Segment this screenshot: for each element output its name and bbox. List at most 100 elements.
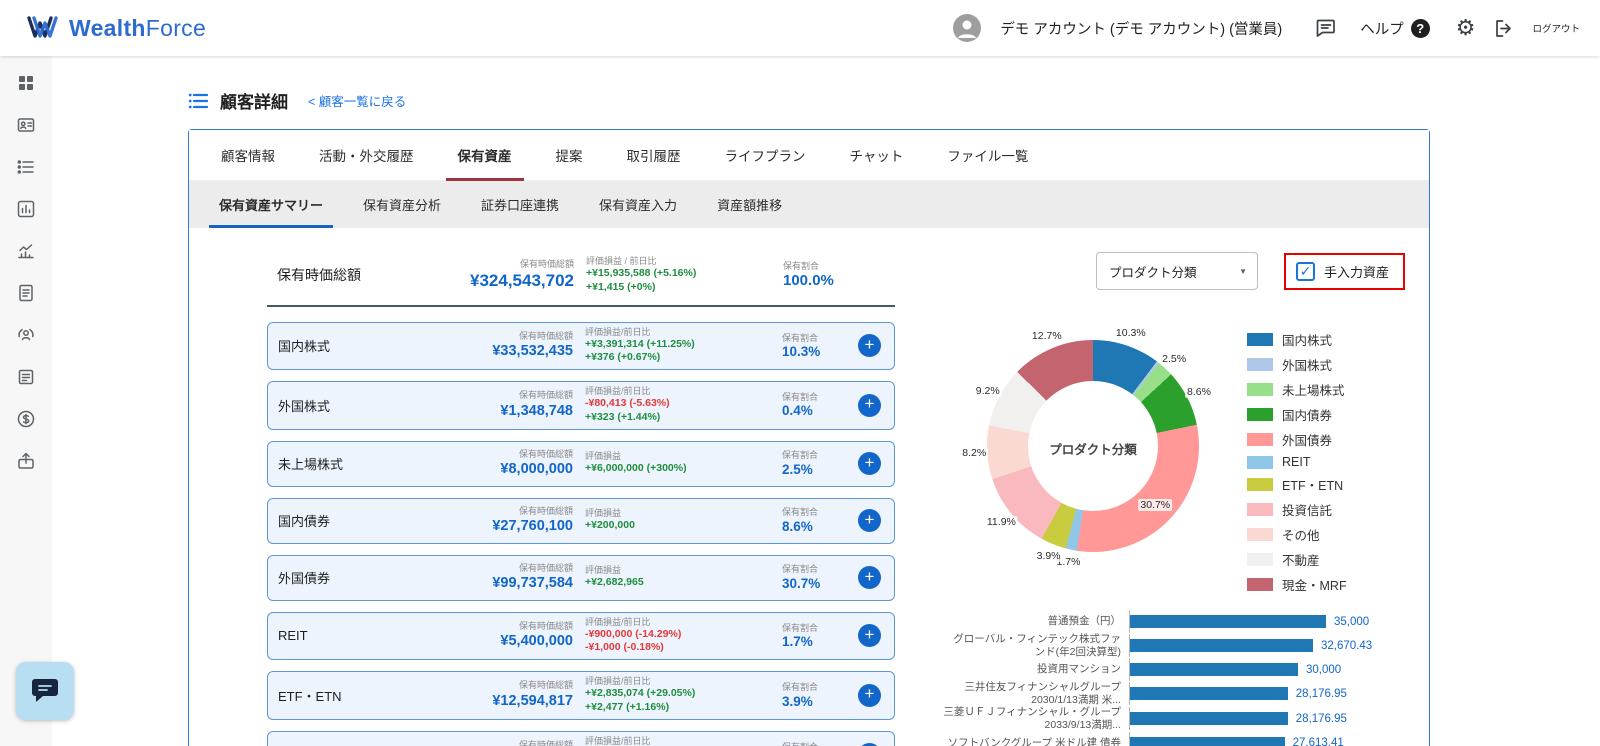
legend-item-外国株式[interactable]: 外国株式 [1247,355,1347,374]
legend-swatch [1247,408,1273,421]
ratio-label: 保有割合 [782,507,819,518]
bar-track: 27,613.41 [1129,731,1405,746]
bar-label: 投資用マンション [1037,663,1121,676]
sidebar-item-export[interactable] [9,446,43,480]
sub-tabs: 保有資産サマリー 保有資産分析 証券口座連携 保有資産入力 資産額推移 [189,181,1429,228]
charts-panel: プロダクト分類 ▼ ✓ 手入力資産 プロダクト分類 10.3% 2.5% 8.6% 3… [895,252,1405,746]
ratio-label: 保有割合 [782,622,819,633]
brand-logo[interactable]: WealthForce [26,15,206,42]
logout-icon[interactable] [1493,18,1514,39]
total-ratio: 100.0% [783,272,834,290]
sidebar-item-analytics[interactable] [9,236,43,270]
expand-asset-button[interactable]: + [858,334,881,358]
chat-fab-button[interactable] [16,662,74,720]
expand-asset-button[interactable]: + [858,509,881,533]
back-to-customer-list-link[interactable]: < 顧客一覧に戻る [308,91,406,110]
legend-swatch [1247,578,1273,591]
category-select[interactable]: プロダクト分類 ▼ [1095,252,1258,290]
help-button[interactable]: ヘルプ ? [1360,18,1430,39]
legend-label: 外国債券 [1282,434,1333,448]
subtab-保有資産入力[interactable]: 保有資産入力 [579,181,697,228]
page-title: 顧客詳細 [220,93,288,112]
asset-row: 投資信託 保有時価総額 ¥38,547,249 評価損益/前日比 +¥1,625… [267,730,895,746]
total-daily-change: +¥1,415 (+0%) [586,280,656,293]
market-value-label: 保有時価総額 [518,390,573,401]
tab-保有資産[interactable]: 保有資産 [436,130,534,181]
asset-daily-change: +¥376 (+0.67%) [585,351,661,364]
bar-label: 三井住友フィナンシャルグループ 2030/1/13満期 米... [964,681,1121,706]
sidebar-item-list[interactable] [9,152,43,186]
subtab-保有資産分析[interactable]: 保有資産分析 [343,181,461,228]
asset-pl: +¥3,391,314 (+11.25%) [585,337,695,350]
sidebar-item-form[interactable] [9,278,43,312]
legend-swatch [1247,553,1273,566]
legend-item-外国債券[interactable]: 外国債券 [1247,430,1347,449]
subtab-証券口座連携[interactable]: 証券口座連携 [461,181,579,228]
sidebar-item-dashboard[interactable] [9,68,43,102]
tab-活動・外交履歴[interactable]: 活動・外交履歴 [297,130,436,180]
legend-label: 国内株式 [1282,334,1333,348]
legend-item-現金・MRF[interactable]: 現金・MRF [1247,575,1347,594]
legend-item-不動産[interactable]: 不動産 [1247,550,1347,569]
sidebar-item-referral[interactable] [9,320,43,354]
pl-label: 評価損益 [585,451,622,462]
market-value-label: 保有時価総額 [519,258,574,269]
asset-name: ETF・ETN [278,688,342,704]
sidebar-item-billing[interactable] [9,404,43,438]
bar [1130,615,1326,628]
list-icon [188,93,208,108]
asset-row: REIT 保有時価総額 ¥5,400,000 評価損益/前日比 -¥900,00… [267,611,895,661]
expand-asset-button[interactable]: + [858,566,881,590]
asset-row: 未上場株式 保有時価総額 ¥8,000,000 評価損益 +¥6,000,000… [267,440,895,487]
page-head: 顧客詳細 < 顧客一覧に戻る [188,88,1600,113]
legend-swatch [1247,433,1273,446]
asset-summary-list: 保有時価総額 保有時価総額 ¥324,543,702 評価損益 / 前日比 +¥… [267,252,895,746]
expand-asset-button[interactable]: + [858,452,881,476]
legend-item-REIT[interactable]: REIT [1247,455,1347,469]
tab-ライフプラン[interactable]: ライフプラン [703,130,828,180]
legend-item-国内株式[interactable]: 国内株式 [1247,330,1347,349]
tab-提案[interactable]: 提案 [534,130,605,180]
market-value-label: 保有時価総額 [518,739,573,746]
tab-ファイル一覧[interactable]: ファイル一覧 [925,130,1050,180]
legend-item-ETF・ETN[interactable]: ETF・ETN [1247,475,1347,494]
tab-顧客情報[interactable]: 顧客情報 [199,130,297,180]
gear-icon[interactable]: ⚙ [1456,17,1476,39]
expand-asset-button[interactable]: + [858,624,881,648]
bar-value: 35,000 [1334,615,1370,628]
legend-item-未上場株式[interactable]: 未上場株式 [1247,380,1347,399]
legend-item-国内債券[interactable]: 国内債券 [1247,405,1347,424]
legend-label: 不動産 [1282,554,1320,568]
manual-asset-label: 手入力資産 [1323,264,1389,280]
tab-チャット[interactable]: チャット [828,130,926,180]
donut-label: 8.6% [1185,385,1213,398]
sidebar-item-bar-chart[interactable] [9,194,43,228]
asset-ratio: 2.5% [782,461,813,477]
legend-item-投資信託[interactable]: 投資信託 [1247,500,1347,519]
manual-asset-checkbox[interactable]: ✓ 手入力資産 [1283,252,1405,290]
bar-row: 投資用マンション 30,000 [943,658,1405,682]
sidebar-item-notes[interactable] [9,362,43,396]
subtab-資産額推移[interactable]: 資産額推移 [697,181,802,228]
chat-icon[interactable] [1314,17,1336,39]
category-select-value: プロダクト分類 [1108,265,1197,280]
tab-取引履歴[interactable]: 取引履歴 [605,130,703,180]
customers-icon [16,115,36,140]
subtab-保有資産サマリー[interactable]: 保有資産サマリー [199,181,343,228]
asset-pl: +¥6,000,000 (+300%) [585,462,687,475]
asset-pl: +¥2,835,074 (+29.05%) [585,687,696,700]
asset-market-value: ¥33,532,435 [492,343,573,359]
expand-asset-button[interactable]: + [858,683,881,707]
pl-label: 評価損益 [585,565,622,576]
chat-bubble-icon [32,679,58,702]
logout-label[interactable]: ログアウト [1532,21,1580,35]
asset-pl: -¥80,413 (-5.63%) [585,397,670,410]
avatar[interactable] [952,13,982,43]
expand-asset-button[interactable]: + [858,393,881,417]
user-name: デモ アカウント (デモ アカウント) (営業員) [1000,21,1283,38]
bar-value: 32,670.43 [1320,639,1373,652]
legend-item-その他[interactable]: その他 [1247,525,1347,544]
asset-daily-change: -¥1,000 (-0.18%) [585,641,664,654]
sidebar-item-customers[interactable] [9,110,43,144]
asset-market-value: ¥12,594,817 [492,692,573,709]
